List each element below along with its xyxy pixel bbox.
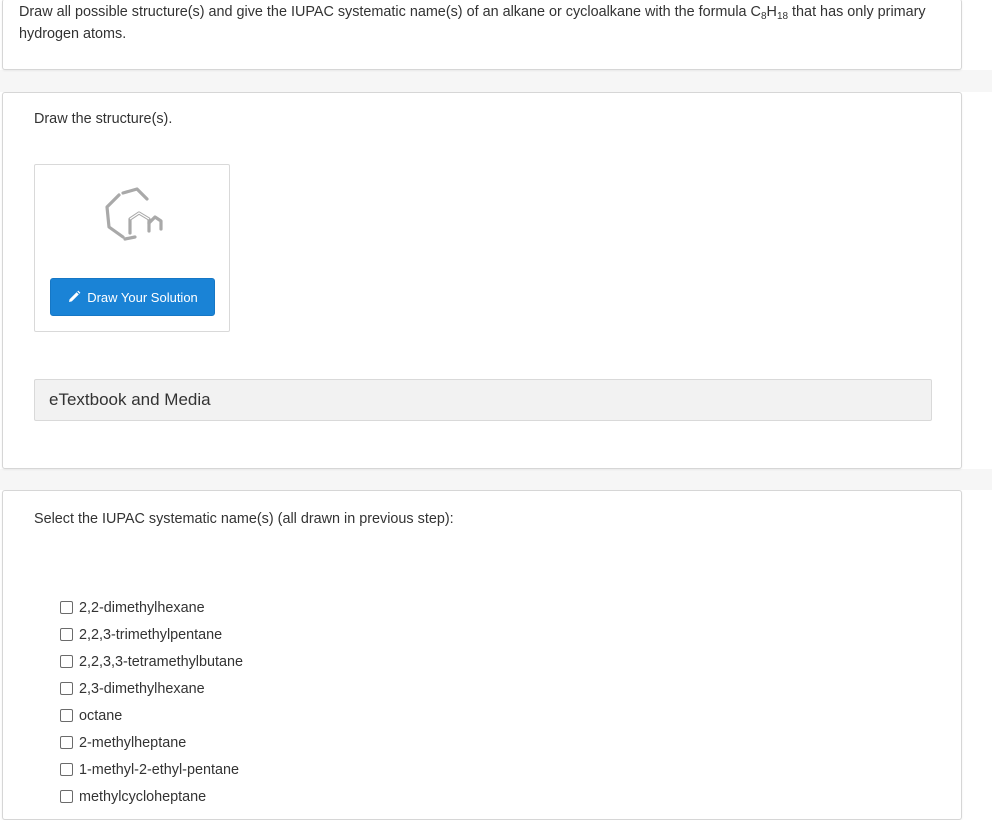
draw-structure-card: Draw the structure(s). Draw Your Solutio… bbox=[2, 92, 962, 469]
option-item[interactable]: 2,2-dimethylhexane bbox=[60, 594, 243, 621]
option-checkbox[interactable] bbox=[60, 601, 73, 614]
option-label: 2,2,3-trimethylpentane bbox=[79, 626, 223, 643]
draw-your-solution-button[interactable]: Draw Your Solution bbox=[50, 278, 215, 316]
etextbook-media-bar[interactable]: eTextbook and Media bbox=[34, 379, 932, 421]
gap-strip bbox=[0, 70, 992, 92]
chemistry-drawing-icon bbox=[105, 187, 163, 241]
option-label: 2,3-dimethylhexane bbox=[79, 680, 205, 697]
etextbook-media-label: eTextbook and Media bbox=[49, 390, 211, 409]
gap-strip bbox=[0, 469, 992, 490]
option-item[interactable]: 2-methylheptane bbox=[60, 729, 243, 756]
draw-your-solution-label: Draw Your Solution bbox=[87, 289, 198, 305]
option-label: 2-methylheptane bbox=[79, 734, 187, 751]
select-names-card: Select the IUPAC systematic name(s) (all… bbox=[2, 490, 962, 820]
draw-structure-label: Draw the structure(s). bbox=[34, 111, 173, 127]
option-item[interactable]: 2,2,3-trimethylpentane bbox=[60, 621, 243, 648]
option-checkbox[interactable] bbox=[60, 628, 73, 641]
option-checkbox[interactable] bbox=[60, 736, 73, 749]
option-checkbox[interactable] bbox=[60, 709, 73, 722]
question-text: Draw all possible structure(s) and give … bbox=[19, 4, 926, 42]
option-label: methylcycloheptane bbox=[79, 788, 207, 805]
option-checkbox[interactable] bbox=[60, 655, 73, 668]
option-label: 1-methyl-2-ethyl-pentane bbox=[79, 761, 239, 778]
question-card: Draw all possible structure(s) and give … bbox=[2, 0, 962, 70]
pencil-icon bbox=[69, 290, 81, 302]
option-label: 2,2-dimethylhexane bbox=[79, 599, 205, 616]
option-checkbox[interactable] bbox=[60, 682, 73, 695]
name-options-list: 2,2-dimethylhexane 2,2,3-trimethylpentane… bbox=[60, 594, 243, 810]
option-item[interactable]: 2,2,3,3-tetramethylbutane bbox=[60, 648, 243, 675]
option-checkbox[interactable] bbox=[60, 763, 73, 776]
drawing-widget: Draw Your Solution bbox=[34, 164, 230, 332]
option-item[interactable]: methylcycloheptane bbox=[60, 783, 243, 810]
option-label: 2,2,3,3-tetramethylbutane bbox=[79, 653, 243, 670]
option-checkbox[interactable] bbox=[60, 790, 73, 803]
option-item[interactable]: 2,3-dimethylhexane bbox=[60, 675, 243, 702]
option-item[interactable]: 1-methyl-2-ethyl-pentane bbox=[60, 756, 243, 783]
option-label: octane bbox=[79, 707, 123, 724]
select-names-label: Select the IUPAC systematic name(s) (all… bbox=[34, 511, 454, 527]
option-item[interactable]: octane bbox=[60, 702, 243, 729]
